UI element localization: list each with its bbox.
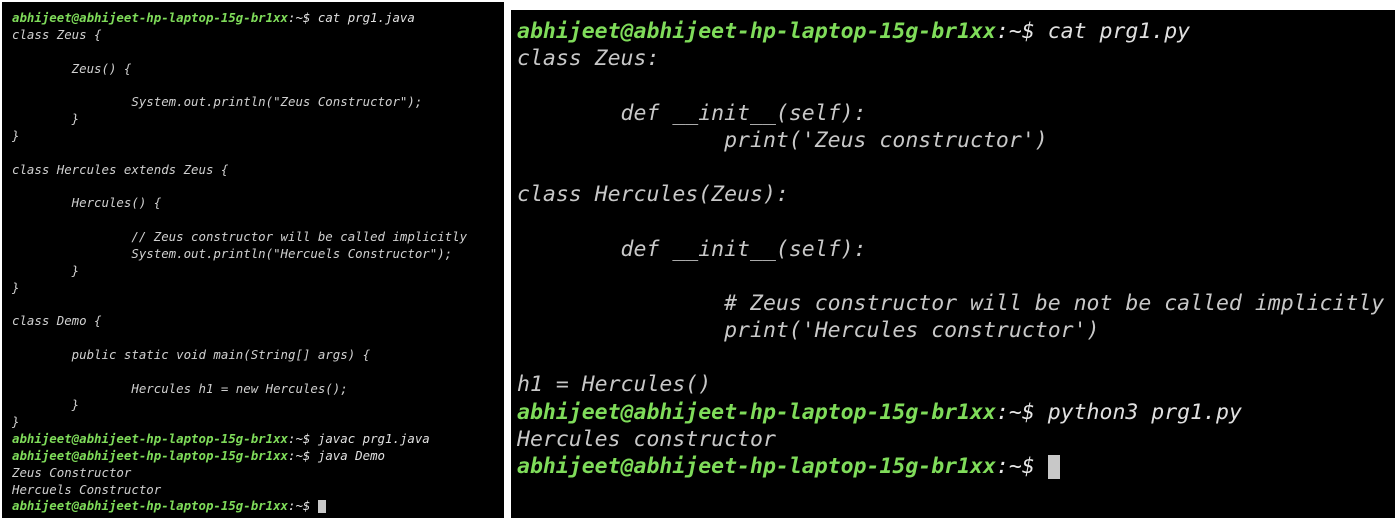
prompt-user: abhijeet@abhijeet-hp-laptop-15g-br1xx — [517, 454, 996, 479]
code-line: System.out.println("Hercuels Constructor… — [12, 245, 453, 261]
code-line: class Demo { — [12, 313, 102, 329]
terminal-cursor[interactable] — [317, 500, 326, 514]
prompt-path: :~$ — [995, 19, 1035, 44]
code-line: class Zeus: — [517, 46, 660, 72]
terminal-cursor[interactable] — [1047, 455, 1060, 479]
command-text: javac prg1.java — [310, 431, 430, 447]
prompt-line: abhijeet@abhijeet-hp-laptop-15g-br1xx:~$… — [12, 448, 504, 465]
code-line: def __init__(self): — [517, 236, 867, 262]
code-line: System.out.println("Zeus Constructor"); — [12, 94, 423, 110]
prompt-line: abhijeet@abhijeet-hp-laptop-15g-br1xx:~$… — [517, 399, 1395, 426]
prompt-path: :~$ — [288, 431, 311, 447]
prompt-line: abhijeet@abhijeet-hp-laptop-15g-br1xx:~$… — [12, 431, 504, 448]
prompt-line: abhijeet@abhijeet-hp-laptop-15g-br1xx:~$… — [517, 18, 1395, 45]
java-terminal-window[interactable]: abhijeet@abhijeet-hp-laptop-15g-br1xx:~$… — [2, 2, 504, 518]
output-line: Zeus Constructor — [12, 464, 132, 480]
code-line: print('Zeus constructor') — [517, 127, 1048, 153]
command-text: java Demo — [310, 447, 386, 463]
code-line: print('Hercules constructor') — [517, 318, 1100, 344]
prompt-user: abhijeet@abhijeet-hp-laptop-15g-br1xx — [12, 447, 289, 463]
prompt-user: abhijeet@abhijeet-hp-laptop-15g-br1xx — [517, 399, 996, 425]
code-line: } — [12, 279, 20, 295]
prompt-user: abhijeet@abhijeet-hp-laptop-15g-br1xx — [12, 431, 289, 447]
command-text: python3 prg1.py — [1034, 399, 1242, 425]
code-line: h1 = Hercules() — [517, 372, 712, 398]
code-line: class Zeus { — [12, 26, 102, 42]
code-line: } — [12, 111, 80, 127]
output-line: Hercules constructor — [517, 426, 776, 452]
command-text: cat prg1.java — [310, 10, 415, 25]
output-line: Hercuels Constructor — [12, 481, 162, 497]
prompt-user: abhijeet@abhijeet-hp-laptop-15g-br1xx — [12, 498, 289, 514]
code-line: // Zeus constructor will be called impli… — [12, 228, 468, 244]
prompt-path: :~$ — [995, 454, 1035, 479]
code-line: } — [12, 127, 20, 143]
prompt-user: abhijeet@abhijeet-hp-laptop-15g-br1xx — [517, 19, 996, 44]
code-line: Hercules() { — [12, 195, 162, 211]
code-line: class Hercules extends Zeus { — [12, 161, 229, 177]
code-line: } — [12, 414, 20, 430]
prompt-line: abhijeet@abhijeet-hp-laptop-15g-br1xx:~$ — [517, 453, 1395, 480]
prompt-path: :~$ — [288, 10, 311, 25]
prompt-user: abhijeet@abhijeet-hp-laptop-15g-br1xx — [12, 10, 289, 25]
prompt-path: :~$ — [995, 399, 1035, 425]
prompt-line: abhijeet@abhijeet-hp-laptop-15g-br1xx:~$ — [12, 498, 504, 515]
prompt-path: :~$ — [288, 447, 311, 463]
python-terminal-window[interactable]: abhijeet@abhijeet-hp-laptop-15g-br1xx:~$… — [511, 10, 1395, 518]
code-line: Zeus() { — [12, 60, 132, 76]
code-line: } — [12, 262, 80, 278]
code-line: public static void main(String[] args) { — [12, 346, 371, 362]
code-line: } — [12, 397, 80, 413]
code-line: class Hercules(Zeus): — [517, 182, 789, 208]
prompt-path: :~$ — [288, 498, 311, 514]
code-line: # Zeus constructor will be not be called… — [517, 290, 1385, 316]
prompt-line: abhijeet@abhijeet-hp-laptop-15g-br1xx:~$… — [12, 10, 504, 27]
command-text: cat prg1.py — [1034, 19, 1191, 44]
code-line: Hercules h1 = new Hercules(); — [12, 380, 348, 396]
code-line: def __init__(self): — [517, 100, 867, 126]
